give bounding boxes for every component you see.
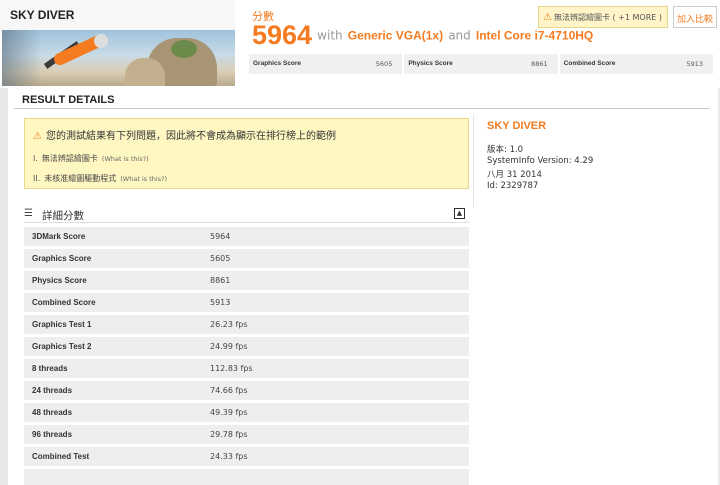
warning-item-number: II. [33,174,41,183]
what-is-this-link[interactable]: (What is this?) [102,155,149,163]
warning-badge-text: 無法辨認繪圖卡 [553,13,610,22]
row-value: 24.33 fps [210,452,248,461]
result-details-title: RESULT DETAILS [22,94,115,106]
row-value: 5964 [210,232,231,241]
table-row: 8 threads 112.83 fps [24,359,469,378]
row-value: 49.39 fps [210,408,248,417]
sub-score-graphics: Graphics Score 5605 [249,54,405,74]
title-divider [14,108,710,109]
benchmark-title: SKY DIVER [0,0,235,30]
version-info: 版本: 1.0 [487,145,524,155]
table-row: Physics Score 8861 [24,271,469,290]
result-id: Id: 2329787 [487,181,539,191]
menu-icon: ☰ [24,208,33,219]
cpu-name[interactable]: Intel Core i7-4710HQ [476,29,593,43]
warning-item-text: 無法辨認繪圖卡 [41,154,98,163]
row-value: 26.23 fps [210,320,248,329]
detailed-scores-header: ☰ 詳細分數 ▲ [24,206,469,224]
table-row: Graphics Test 2 24.99 fps [24,337,469,356]
detailed-scores-table: 3DMark Score 5964 Graphics Score 5605 Phys… [24,227,469,485]
sub-score-value: 5913 [686,60,703,68]
table-row: 24 threads 74.66 fps [24,381,469,400]
warning-item-number: I. [33,154,38,163]
table-row: Combined Score 5913 [24,293,469,312]
row-value: 5913 [210,298,231,307]
warning-headline-text: 您的測試結果有下列問題，因此將不會成為顯示在排行榜上的範例 [45,131,336,142]
row-value: 74.66 fps [210,386,248,395]
row-label: 24 threads [32,386,73,395]
row-label: Graphics Score [32,254,92,263]
top-header: SKY DIVER 分數 5964 with Generic VGA(1x) a… [0,0,720,88]
result-details-panel: RESULT DETAILS ⚠ 您的測試結果有下列問題，因此將不會成為顯示在排行… [8,88,718,485]
warning-icon: ⚠ [33,131,42,142]
warning-more[interactable]: ( +1 MORE ) [613,13,662,22]
and-text: and [448,28,471,43]
warning-box: ⚠ 您的測試結果有下列問題，因此將不會成為顯示在排行榜上的範例 I. 無法辨認繪圖卡… [24,118,469,189]
sub-score-label: Graphics Score [253,60,302,67]
warning-badge[interactable]: ⚠ 無法辨認繪圖卡 ( +1 MORE ) [538,6,668,28]
row-label: 96 threads [32,430,73,439]
row-label: 48 threads [32,408,73,417]
row-label: Combined Test [32,452,90,461]
row-value: 5605 [210,254,231,263]
benchmark-hero-image [2,30,235,86]
table-row: Combined Test 24.33 fps [24,447,469,466]
overall-score: 5964 [252,20,313,50]
row-value: 29.78 fps [210,430,248,439]
row-label: Graphics Test 1 [32,320,92,329]
warning-icon: ⚠ [543,12,552,23]
collapse-icon[interactable]: ▲ [454,208,465,219]
detailed-scores-label: 詳細分數 [42,210,84,222]
sub-score-label: Combined Score [563,60,616,67]
sub-scores-bar: Graphics Score 5605 Physics Score 8861 C… [249,54,715,74]
sidebar-title: SKY DIVER [487,120,547,132]
table-row [24,469,469,485]
table-row: 96 threads 29.78 fps [24,425,469,444]
table-row: Graphics Test 1 26.23 fps [24,315,469,334]
sub-score-combined: Combined Score 5913 [560,54,715,74]
table-row: 48 threads 49.39 fps [24,403,469,422]
row-label: Physics Score [32,276,87,285]
gpu-name[interactable]: Generic VGA(1x) [348,29,443,43]
warning-item: I. 無法辨認繪圖卡 (What is this?) [33,153,149,164]
warning-item: II. 未核准繪圖驅動程式 (What is this?) [33,173,167,184]
sub-score-value: 8861 [531,60,548,68]
what-is-this-link[interactable]: (What is this?) [120,175,167,183]
row-label: 8 threads [32,364,68,373]
test-date: 八月 31 2014 [487,170,542,180]
sub-score-physics: Physics Score 8861 [404,54,560,74]
row-label: Combined Score [32,298,96,307]
table-row: Graphics Score 5605 [24,249,469,268]
row-value: 112.83 fps [210,364,253,373]
row-label: Graphics Test 2 [32,342,92,351]
with-text: with [317,28,343,43]
add-to-compare-button[interactable]: 加入比較 [673,6,717,28]
sub-score-label: Physics Score [408,60,453,67]
row-value: 24.99 fps [210,342,248,351]
sub-score-value: 5605 [375,60,393,68]
systeminfo-version: SystemInfo Version: 4.29 [487,156,594,166]
row-value: 8861 [210,276,231,285]
warning-item-text: 未核准繪圖驅動程式 [44,174,117,183]
warning-headline: ⚠ 您的測試結果有下列問題，因此將不會成為顯示在排行榜上的範例 [33,127,336,142]
table-row: 3DMark Score 5964 [24,227,469,246]
row-label: 3DMark Score [32,232,86,241]
